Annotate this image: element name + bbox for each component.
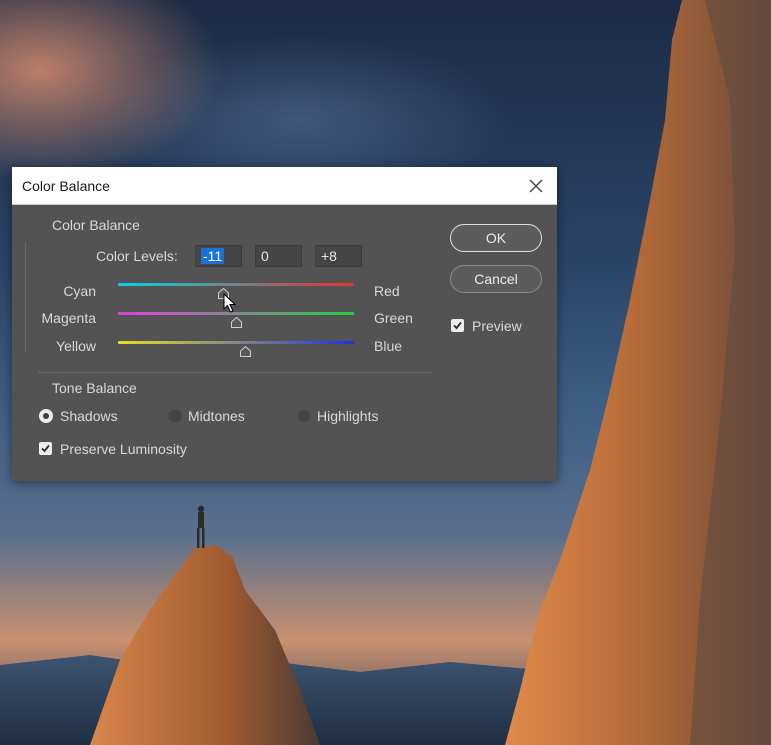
midtones-radio[interactable] <box>168 409 182 423</box>
cyan-red-slider-track[interactable] <box>118 283 354 286</box>
slider-left-label-magenta: Magenta <box>41 310 96 326</box>
shadows-label: Shadows <box>60 408 118 424</box>
checkmark-icon <box>453 321 462 330</box>
magenta-green-level-field[interactable]: 0 <box>255 245 302 267</box>
preview-checkbox[interactable] <box>451 319 464 332</box>
slider-right-label-blue: Blue <box>374 338 403 354</box>
color-balance-dialog: Color Balance Color Balance Color Levels… <box>12 167 557 481</box>
highlights-label: Highlights <box>317 408 379 424</box>
color-levels-label: Color Levels: <box>96 248 178 264</box>
yellow-blue-level-field[interactable]: +8 <box>315 245 362 267</box>
color-balance-section-label: Color Balance <box>52 217 140 233</box>
mouse-pointer-icon <box>223 292 237 318</box>
close-icon[interactable] <box>523 173 549 199</box>
slider-left-label-cyan: Cyan <box>63 283 96 299</box>
midtones-label: Midtones <box>188 408 245 424</box>
section-divider <box>38 372 432 373</box>
slider-right-label-red: Red <box>374 283 400 299</box>
cancel-button[interactable]: Cancel <box>450 265 542 293</box>
yellow-blue-slider-track[interactable] <box>118 341 354 344</box>
tone-balance-section-label: Tone Balance <box>52 380 137 396</box>
cyan-red-level-value: -11 <box>201 248 225 264</box>
checkmark-icon <box>41 444 50 453</box>
dialog-titlebar[interactable]: Color Balance <box>12 167 557 205</box>
highlights-radio[interactable] <box>297 409 311 423</box>
shadows-radio[interactable] <box>39 409 53 423</box>
preserve-luminosity-checkbox[interactable] <box>39 442 52 455</box>
ok-button[interactable]: OK <box>450 224 542 252</box>
dialog-title: Color Balance <box>22 178 110 194</box>
preview-label: Preview <box>472 318 522 334</box>
section-bracket <box>25 242 26 352</box>
slider-right-label-green: Green <box>374 310 413 326</box>
yellow-blue-level-value: +8 <box>321 248 337 264</box>
magenta-green-level-value: 0 <box>261 248 269 264</box>
slider-left-label-yellow: Yellow <box>56 338 96 354</box>
yellow-blue-slider-thumb[interactable] <box>239 344 251 357</box>
preserve-luminosity-label: Preserve Luminosity <box>60 441 187 457</box>
cyan-red-level-field[interactable]: -11 <box>195 245 242 267</box>
